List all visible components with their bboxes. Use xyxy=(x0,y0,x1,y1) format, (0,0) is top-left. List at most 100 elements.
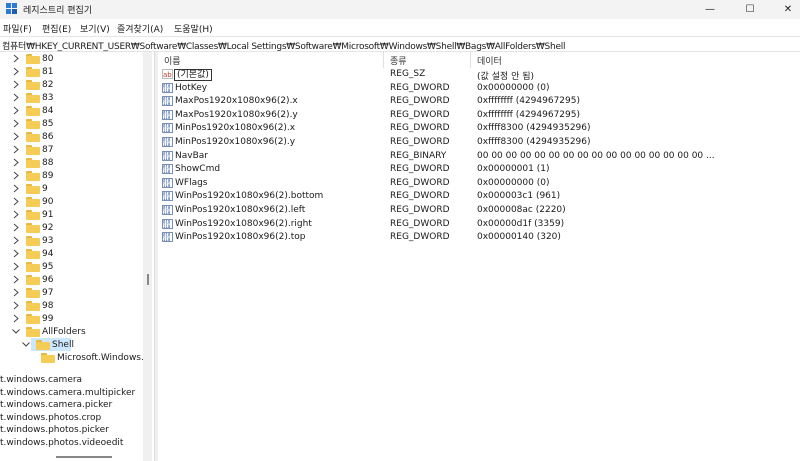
tree-item-truncated[interactable]: t.windows.photos.crop xyxy=(0,413,101,425)
tree-item[interactable]: 92 xyxy=(12,221,53,234)
tree-item[interactable]: 9 xyxy=(12,182,48,195)
chevron-right-icon[interactable] xyxy=(12,275,20,284)
tree-item[interactable]: 84 xyxy=(12,104,53,117)
address-path[interactable]: 컴퓨터₩HKEY_CURRENT_USER₩Software₩Classes₩L… xyxy=(2,39,566,52)
tree-item[interactable]: 83 xyxy=(12,91,53,104)
binary-value-icon: 010110 xyxy=(162,205,173,215)
chevron-right-icon[interactable] xyxy=(12,288,20,297)
chevron-right-icon[interactable] xyxy=(12,158,20,167)
tree-item[interactable]: 89 xyxy=(12,169,53,182)
tree-vertical-scrollbar[interactable] xyxy=(143,52,152,461)
value-row[interactable]: 010 110 MaxPos1920x1080x96(2).x REG_DWORD 0x… xyxy=(158,95,800,108)
values-list[interactable]: 이름 종류 데이터 ab (기본값) REG_SZ (값 설정 안 됨) 010 110 H… xyxy=(158,52,800,461)
minimize-button[interactable]: — xyxy=(692,0,728,19)
column-divider[interactable] xyxy=(383,52,384,68)
tree-item[interactable]: 85 xyxy=(12,117,53,130)
menu-edit[interactable]: 편집(E) xyxy=(42,22,71,35)
chevron-right-icon[interactable] xyxy=(12,210,20,219)
chevron-right-icon[interactable] xyxy=(12,314,20,323)
tree-item-truncated[interactable]: t.windows.camera.multipicker xyxy=(0,388,135,400)
chevron-right-icon[interactable] xyxy=(12,67,20,76)
menu-favorites[interactable]: 즐겨찾기(A) xyxy=(117,22,163,35)
tree-item[interactable]: 94 xyxy=(12,247,53,260)
folder-icon xyxy=(26,183,40,194)
svg-text:110: 110 xyxy=(163,223,171,228)
value-row[interactable]: 010 110 MinPos1920x1080x96(2).y REG_DWORD 0x… xyxy=(158,136,800,149)
tree-item[interactable]: 93 xyxy=(12,234,53,247)
tree-item-truncated[interactable]: t.windows.camera xyxy=(0,375,82,387)
tree-item[interactable]: 99 xyxy=(12,312,53,325)
value-row[interactable]: 010 110 WFlags REG_DWORD 0x00000000 (0) xyxy=(158,177,800,190)
value-row[interactable]: ab (기본값) REG_SZ (값 설정 안 됨) xyxy=(158,68,800,82)
chevron-right-icon[interactable] xyxy=(12,301,20,310)
tree-item-child[interactable]: Microsoft.Windows.C xyxy=(35,351,143,364)
maximize-button[interactable]: ☐ xyxy=(732,0,768,19)
tree-item[interactable]: 88 xyxy=(12,156,53,169)
tree-item[interactable]: 95 xyxy=(12,260,53,273)
chevron-right-icon[interactable] xyxy=(12,93,20,102)
chevron-right-icon[interactable] xyxy=(12,132,20,141)
close-button[interactable]: ✕ xyxy=(770,0,800,19)
value-data: 0x00000140 (320) xyxy=(477,232,561,243)
tree-item-truncated[interactable]: t.windows.photos.videoedit xyxy=(0,438,123,450)
chevron-down-icon[interactable] xyxy=(22,340,30,349)
value-row[interactable]: 010 110 HotKey REG_DWORD 0x00000000 (0) xyxy=(158,82,800,95)
folder-icon xyxy=(26,261,40,272)
tree-item[interactable]: 81 xyxy=(12,65,53,78)
chevron-right-icon[interactable] xyxy=(12,236,20,245)
chevron-right-icon[interactable] xyxy=(12,145,20,154)
menu-bar: 파일(F) 편집(E) 보기(V) 즐겨찾기(A) 도움말(H) xyxy=(0,19,800,36)
tree-item-shell[interactable]: Shell xyxy=(22,338,74,351)
value-type: REG_DWORD xyxy=(390,191,450,202)
tree-item[interactable]: 82 xyxy=(12,78,53,91)
tree-scroll-thumb[interactable] xyxy=(147,274,149,285)
menu-view[interactable]: 보기(V) xyxy=(80,22,110,35)
value-row[interactable]: 010 110 WinPos1920x1080x96(2).top REG_DWORD… xyxy=(158,231,800,244)
tree-item[interactable]: 98 xyxy=(12,299,53,312)
value-data: 0x000003c1 (961) xyxy=(477,191,561,202)
column-header-data[interactable]: 데이터 xyxy=(477,54,502,68)
chevron-right-icon[interactable] xyxy=(12,119,20,128)
value-row[interactable]: 010 110 WinPos1920x1080x96(2).right REG_DWO… xyxy=(158,218,800,231)
svg-text:110: 110 xyxy=(163,183,171,188)
chevron-right-icon[interactable] xyxy=(12,197,20,206)
tree-item[interactable]: 87 xyxy=(12,143,53,156)
chevron-down-icon[interactable] xyxy=(12,327,20,336)
value-row[interactable]: 010 110 NavBar REG_BINARY 00 00 00 00 00 00 … xyxy=(158,150,800,163)
value-data: 0xffff8300 (4294935296) xyxy=(477,137,591,147)
menu-help[interactable]: 도움말(H) xyxy=(174,22,213,35)
chevron-right-icon[interactable] xyxy=(12,80,20,89)
address-bar[interactable]: 컴퓨터₩HKEY_CURRENT_USER₩Software₩Classes₩L… xyxy=(0,36,800,52)
chevron-right-icon[interactable] xyxy=(12,106,20,115)
column-header-name[interactable]: 이름 xyxy=(164,54,181,68)
menu-file[interactable]: 파일(F) xyxy=(3,22,32,35)
chevron-right-icon[interactable] xyxy=(12,171,20,180)
key-tree[interactable]: 80 81 82 83 84 85 86 87 88 89 9 90 91 92 93 94 95 96 97 98 9… xyxy=(0,52,143,461)
tree-item-truncated[interactable]: t.windows.photos.picker xyxy=(0,425,109,437)
tree-item-truncated[interactable]: t.windows.camera.picker xyxy=(0,400,112,412)
chevron-right-icon[interactable] xyxy=(12,223,20,232)
value-type: REG_DWORD xyxy=(390,82,450,93)
chevron-right-icon[interactable] xyxy=(12,184,20,193)
tree-item[interactable]: 96 xyxy=(12,273,53,286)
column-divider[interactable] xyxy=(470,52,471,68)
value-row[interactable]: 010 110 MaxPos1920x1080x96(2).y REG_DWORD 0x… xyxy=(158,109,800,122)
chevron-right-icon[interactable] xyxy=(12,262,20,271)
value-row[interactable]: 010 110 MinPos1920x1080x96(2).x REG_DWORD 0x… xyxy=(158,122,800,135)
chevron-right-icon[interactable] xyxy=(12,54,20,63)
tree-item[interactable]: 91 xyxy=(12,208,53,221)
chevron-right-icon[interactable] xyxy=(12,249,20,258)
value-row[interactable]: 010 110 WinPos1920x1080x96(2).left REG_DWOR… xyxy=(158,204,800,217)
value-type: REG_DWORD xyxy=(390,164,450,175)
tree-item[interactable]: 80 xyxy=(12,52,53,65)
value-row[interactable]: 010 110 WinPos1920x1080x96(2).bottom REG_DW… xyxy=(158,190,800,203)
folder-icon xyxy=(26,79,40,90)
column-header-type[interactable]: 종류 xyxy=(390,54,407,68)
tree-horizontal-scroll-thumb[interactable] xyxy=(56,456,112,458)
tree-item[interactable]: 90 xyxy=(12,195,53,208)
tree-item-allfolders[interactable]: AllFolders xyxy=(12,325,86,338)
tree-item[interactable]: 97 xyxy=(12,286,53,299)
value-row[interactable]: 010 110 ShowCmd REG_DWORD 0x00000001 (1) xyxy=(158,163,800,176)
tree-item[interactable]: 86 xyxy=(12,130,53,143)
value-name: WFlags xyxy=(175,177,208,188)
